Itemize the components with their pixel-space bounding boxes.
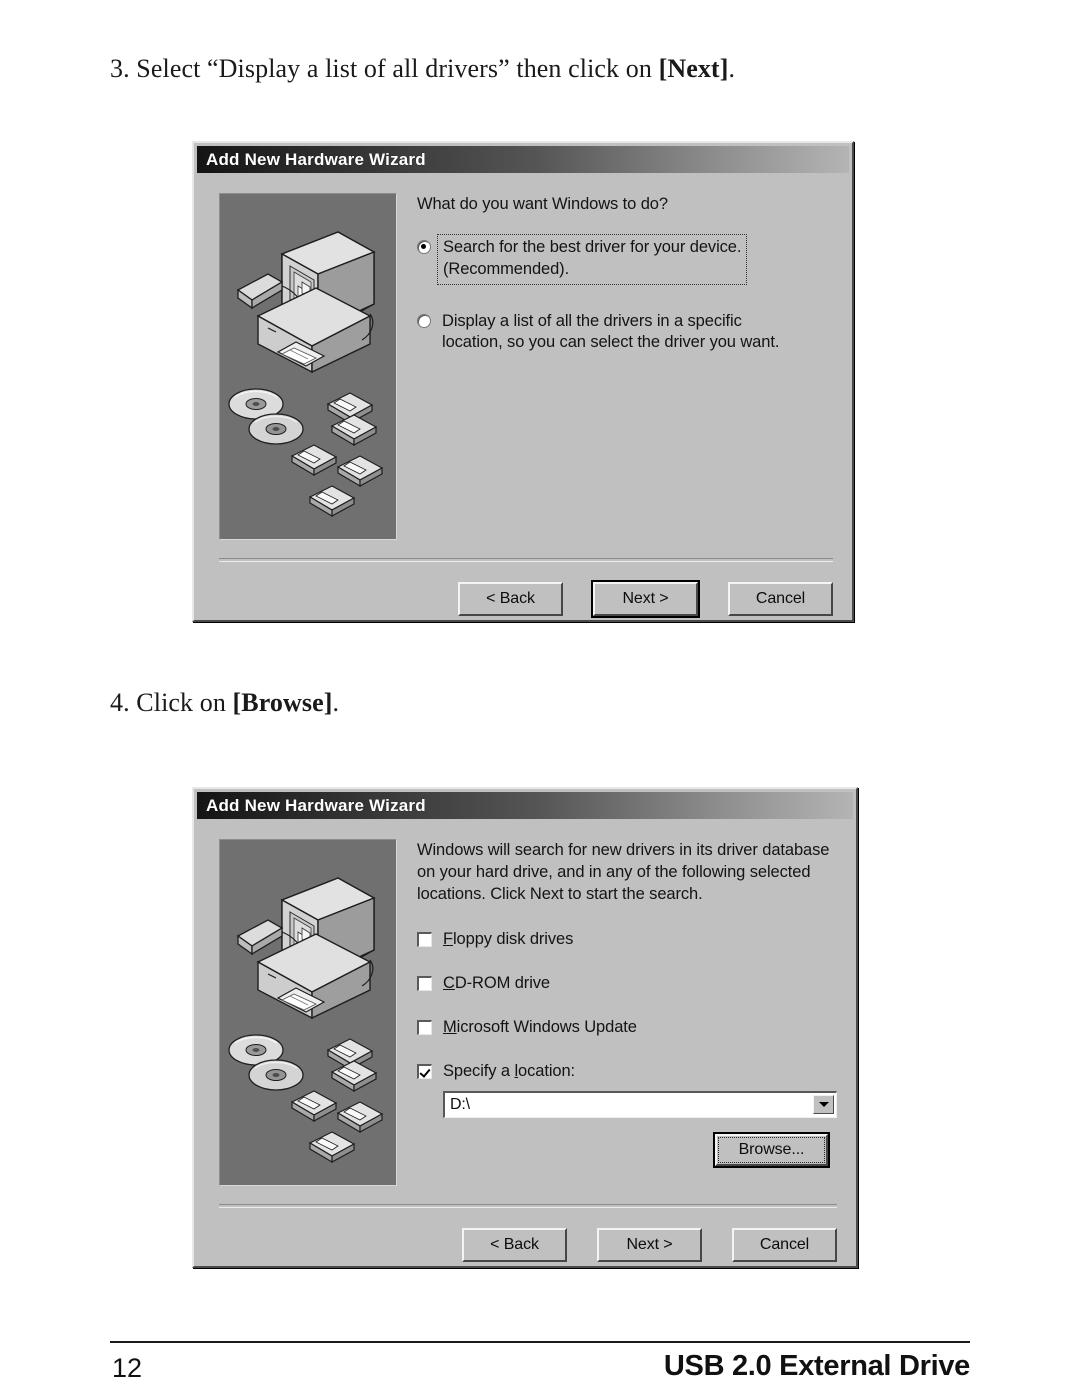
- dialog-2-next-label: Next >: [626, 1236, 673, 1253]
- dialog-1-separator: [219, 558, 833, 562]
- add-new-hardware-wizard-dialog-1: Add New Hardware Wizard What do you want…: [192, 141, 854, 622]
- checkbox-floppy-accel-letter: F: [443, 930, 453, 949]
- radio-search-best-driver-focus-rect: Search for the best driver for your devi…: [437, 234, 748, 285]
- dialog-2-body: Windows will search for new drivers in i…: [197, 819, 853, 1263]
- dialog-1-button-bar: < Back Next > Cancel: [458, 582, 833, 616]
- dialog-2-back-label: < Back: [490, 1236, 539, 1253]
- checkbox-cdrom-rest-label: D-ROM drive: [454, 974, 550, 993]
- dialog-1-prompt: What do you want Windows to do?: [417, 195, 668, 213]
- dialog-1-body: What do you want Windows to do? Search f…: [197, 173, 849, 617]
- dialog-2-content: Windows will search for new drivers in i…: [417, 839, 837, 1167]
- dialog-2-button-gap-2: [702, 1228, 732, 1262]
- location-combobox-value: D:\: [450, 1096, 470, 1114]
- footer-document-title: USB 2.0 External Drive: [663, 1350, 970, 1382]
- browse-button-row: Browse...: [417, 1134, 837, 1167]
- checkbox-cdrom-accel-letter: C: [443, 974, 455, 993]
- location-combobox[interactable]: D:\: [443, 1091, 837, 1119]
- dialog-1-next-button[interactable]: Next >: [593, 582, 698, 616]
- instruction-step-4: 4. Click on [Browse].: [110, 688, 339, 718]
- computer-hardware-illustration: [228, 231, 384, 518]
- dialog-2-separator: [219, 1204, 837, 1208]
- dialog-2-prompt-line-2: on your hard drive, and in any of the fo…: [417, 863, 811, 882]
- checkbox-update-accel-letter: M: [443, 1018, 457, 1037]
- radio-search-best-driver-label-line1: Search for the best driver for your devi…: [443, 238, 742, 257]
- radio-display-list-label-line2: location, so you can select the driver y…: [442, 333, 780, 352]
- dialog-1-back-label: < Back: [486, 590, 535, 607]
- checkbox-specify-prefix-label: Specify a: [443, 1062, 515, 1081]
- footer-divider: [110, 1341, 970, 1343]
- checkbox-floppy-disk-drives-icon[interactable]: [417, 932, 432, 948]
- instruction-4-bold-label: [Browse]: [232, 688, 333, 717]
- checkbox-row-cd-rom-drive[interactable]: CD-ROM drive: [417, 974, 837, 993]
- checkbox-update-rest-label: icrosoft Windows Update: [456, 1018, 637, 1037]
- chevron-down-icon[interactable]: [813, 1095, 834, 1115]
- checkbox-specify-a-location-label: Specify a location:: [443, 1062, 575, 1081]
- checkbox-row-specify-a-location[interactable]: Specify a location:: [417, 1062, 837, 1081]
- dialog-2-prompt-line-1: Windows will search for new drivers in i…: [417, 841, 830, 859]
- checkbox-floppy-rest-label: loppy disk drives: [452, 930, 574, 949]
- add-new-hardware-wizard-dialog-2: Add New Hardware Wizard Windows will sea…: [192, 787, 858, 1268]
- checkbox-row-floppy-disk-drives[interactable]: Floppy disk drives: [417, 930, 837, 949]
- dialog-2-next-button[interactable]: Next >: [597, 1228, 702, 1262]
- dialog-1-back-button[interactable]: < Back: [458, 582, 563, 616]
- radio-search-best-driver-icon[interactable]: [417, 240, 431, 255]
- dialog-2-title: Add New Hardware Wizard: [206, 795, 426, 815]
- checkbox-microsoft-windows-update-icon[interactable]: [417, 1020, 432, 1036]
- dialog-1-button-gap-1: [563, 582, 593, 616]
- radio-option-search-best-driver[interactable]: Search for the best driver for your devi…: [417, 234, 833, 285]
- instruction-3-bold-label: [Next]: [658, 54, 729, 83]
- page-number: 12: [112, 1353, 143, 1383]
- instruction-4-text-before: Click on: [129, 688, 233, 717]
- dialog-2-illustration-panel: [219, 839, 397, 1186]
- checkbox-row-microsoft-windows-update[interactable]: Microsoft Windows Update: [417, 1018, 837, 1037]
- dialog-1-illustration-panel: [219, 193, 397, 540]
- checkbox-specify-rest-label: ocation:: [518, 1062, 576, 1081]
- instruction-step-3: 3. Select “Display a list of all drivers…: [110, 54, 735, 84]
- dialog-1-cancel-button[interactable]: Cancel: [728, 582, 833, 616]
- dialog-2-cancel-button[interactable]: Cancel: [732, 1228, 837, 1262]
- checkbox-cd-rom-drive-label: CD-ROM drive: [443, 974, 550, 993]
- dialog-2-button-gap-1: [567, 1228, 597, 1262]
- dialog-1-title: Add New Hardware Wizard: [206, 149, 426, 169]
- dialog-2-titlebar: Add New Hardware Wizard: [197, 792, 853, 819]
- instruction-4-number: 4.: [110, 688, 130, 717]
- radio-display-list-label-line1: Display a list of all the drivers in a s…: [442, 311, 742, 330]
- checkbox-cd-rom-drive-icon[interactable]: [417, 976, 432, 992]
- dialog-2-prompt-line-3: locations. Click Next to start the searc…: [417, 885, 703, 904]
- dialog-2-button-bar: < Back Next > Cancel: [462, 1228, 837, 1262]
- dialog-1-titlebar: Add New Hardware Wizard: [197, 146, 849, 173]
- checkbox-floppy-disk-drives-label: Floppy disk drives: [443, 930, 573, 949]
- instruction-3-text-before: Select “Display a list of all drivers” t…: [129, 54, 659, 83]
- radio-search-best-driver-label-line2: (Recommended).: [443, 259, 570, 278]
- dialog-1-next-label: Next >: [622, 590, 669, 607]
- radio-display-list-labels: Display a list of all the drivers in a s…: [442, 311, 779, 355]
- radio-display-list-icon[interactable]: [417, 313, 431, 328]
- dialog-1-cancel-label: Cancel: [755, 590, 806, 607]
- dialog-2-back-button[interactable]: < Back: [462, 1228, 567, 1262]
- dialog-1-button-gap-2: [698, 582, 728, 616]
- checkbox-microsoft-windows-update-label: Microsoft Windows Update: [443, 1018, 637, 1037]
- dialog-1-content: What do you want Windows to do? Search f…: [417, 193, 833, 354]
- instruction-4-text-after: .: [332, 688, 340, 717]
- browse-button-label: Browse...: [738, 1141, 805, 1159]
- instruction-3-number: 3.: [110, 54, 130, 83]
- dialog-2-cancel-label: Cancel: [759, 1236, 810, 1253]
- radio-option-display-list[interactable]: Display a list of all the drivers in a s…: [417, 311, 833, 355]
- instruction-3-text-after: .: [728, 54, 736, 83]
- computer-hardware-illustration: [228, 877, 384, 1164]
- checkbox-specify-a-location-icon[interactable]: [417, 1064, 432, 1080]
- browse-button[interactable]: Browse...: [715, 1134, 828, 1167]
